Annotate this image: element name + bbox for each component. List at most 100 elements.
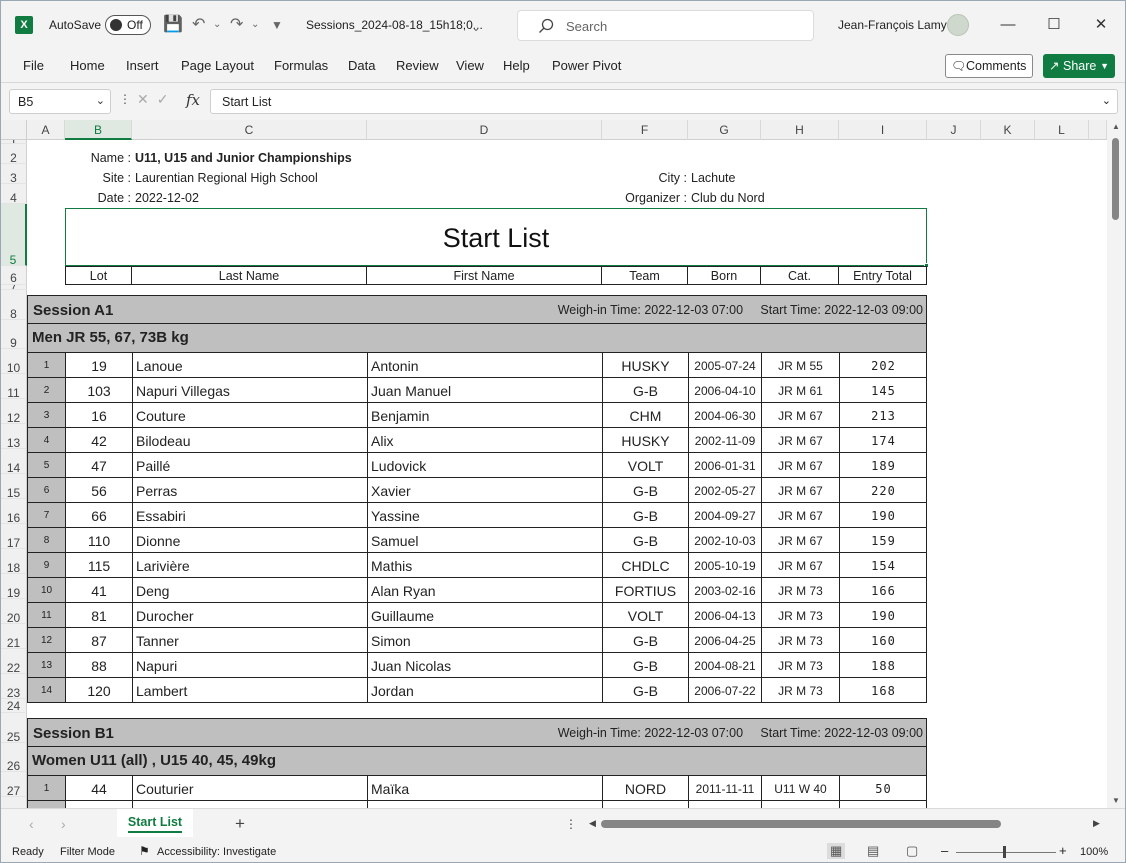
cell-last[interactable]: Larivière	[132, 553, 367, 578]
cell-team[interactable]: HUSKY	[602, 428, 688, 453]
cell-team[interactable]: NORD	[602, 776, 688, 801]
cell-born[interactable]: 2005-07-24	[688, 353, 761, 378]
row-header-9[interactable]: 9	[1, 320, 27, 349]
column-header-k[interactable]: K	[981, 120, 1035, 140]
row-header-14[interactable]: 14	[1, 449, 27, 474]
menu-review[interactable]: Review	[396, 58, 439, 73]
close-icon[interactable]: ✕	[1078, 11, 1124, 39]
cell-team[interactable]: G-B	[602, 503, 688, 528]
cell-born[interactable]: 2011-11-11	[688, 776, 761, 801]
cell-last[interactable]: Paillé	[132, 453, 367, 478]
cell-first[interactable]: Mathis	[367, 553, 602, 578]
cell-lot[interactable]: 120	[65, 678, 132, 703]
row-header-4[interactable]: 4	[1, 184, 27, 204]
cell-last[interactable]: Millin	[132, 801, 367, 808]
share-chevron-icon[interactable]: ▼	[1100, 54, 1109, 78]
cell-cat[interactable]: JR M 67	[761, 553, 839, 578]
cell-born[interactable]: 2004-06-30	[688, 403, 761, 428]
cell-cat[interactable]: JR M 73	[761, 578, 839, 603]
cell-total[interactable]: 202	[839, 353, 927, 378]
cell-total[interactable]: 159	[839, 528, 927, 553]
page-layout-view-icon[interactable]: ▤	[867, 843, 879, 859]
cell-first[interactable]: Jordan	[367, 678, 602, 703]
cell-total[interactable]: 160	[839, 628, 927, 653]
cell-last[interactable]: Dionne	[132, 528, 367, 553]
cell-last[interactable]: Tanner	[132, 628, 367, 653]
cell-total[interactable]: 168	[839, 678, 927, 703]
cell-first[interactable]: Juan Manuel	[367, 378, 602, 403]
cell-cat[interactable]: JR M 67	[761, 428, 839, 453]
cell-lot[interactable]: 41	[65, 578, 132, 603]
file-name[interactable]: Sessions_2024-08-18_15h18;0...	[306, 18, 483, 32]
undo-dropdown-icon[interactable]: ⌄	[213, 15, 221, 35]
cell-first[interactable]: Samuel	[367, 528, 602, 553]
row-header-17[interactable]: 17	[1, 524, 27, 549]
cell-cat[interactable]: JR M 61	[761, 378, 839, 403]
cell-team[interactable]: G-B	[602, 653, 688, 678]
column-header-a[interactable]: A	[27, 120, 65, 140]
next-sheet-icon[interactable]: ›	[61, 816, 66, 832]
row-header-8[interactable]: 8	[1, 290, 27, 320]
row-header-25[interactable]: 25	[1, 713, 27, 743]
row-header-16[interactable]: 16	[1, 499, 27, 524]
insert-function-icon[interactable]: fx	[186, 91, 200, 109]
cell-born[interactable]: 2006-07-22	[688, 678, 761, 703]
cell-first[interactable]: Ludovick	[367, 453, 602, 478]
cell-team[interactable]: FORTIUS	[602, 578, 688, 603]
cell-total[interactable]: 188	[839, 653, 927, 678]
cell-total[interactable]: 62	[839, 801, 927, 808]
cell-team[interactable]: G-B	[602, 378, 688, 403]
redo-dropdown-icon[interactable]: ⌄	[251, 15, 259, 35]
row-header-21[interactable]: 21	[1, 624, 27, 649]
cell-cat[interactable]: JR M 67	[761, 453, 839, 478]
row-header-24[interactable]: 24	[1, 699, 27, 713]
share-button[interactable]: ↗ Share ▼	[1043, 54, 1115, 78]
cell-total[interactable]: 145	[839, 378, 927, 403]
row-header-20[interactable]: 20	[1, 599, 27, 624]
expand-formula-icon[interactable]: ⌄	[1102, 94, 1111, 107]
cell-cat[interactable]: JR M 73	[761, 628, 839, 653]
cell-born[interactable]: 2002-05-27	[688, 478, 761, 503]
cell-born[interactable]: 2004-08-21	[688, 653, 761, 678]
sheet-title[interactable]: Start List	[65, 208, 927, 266]
cell-total[interactable]: 154	[839, 553, 927, 578]
cell-first[interactable]: Yassine	[367, 503, 602, 528]
menu-home[interactable]: Home	[70, 58, 105, 73]
hscroll-right-icon[interactable]: ▶	[1093, 818, 1100, 829]
cell-total[interactable]: 190	[839, 603, 927, 628]
column-header-h[interactable]: H	[761, 120, 839, 140]
sheet-options-icon[interactable]: ⋮	[565, 817, 577, 831]
row-header-26[interactable]: 26	[1, 743, 27, 772]
cell-first[interactable]: Juan Nicolas	[367, 653, 602, 678]
cell-born[interactable]: 2002-11-09	[688, 428, 761, 453]
cell-cat[interactable]: JR M 67	[761, 503, 839, 528]
row-header-6[interactable]: 6	[1, 266, 27, 285]
row-header-13[interactable]: 13	[1, 424, 27, 449]
add-sheet-icon[interactable]: +	[235, 814, 245, 834]
normal-view-icon[interactable]: ▦	[827, 843, 846, 859]
prev-sheet-icon[interactable]: ‹	[29, 816, 34, 832]
cell-team[interactable]: CHDLC	[602, 553, 688, 578]
column-header-g[interactable]: G	[688, 120, 761, 140]
menu-file[interactable]: File	[23, 58, 44, 73]
cell-lot[interactable]: 47	[65, 453, 132, 478]
cell-team[interactable]: VOLT	[602, 603, 688, 628]
save-icon[interactable]: 💾	[163, 15, 183, 35]
column-header-d[interactable]: D	[367, 120, 602, 140]
cell-last[interactable]: Perras	[132, 478, 367, 503]
column-header-b[interactable]: B	[65, 120, 132, 140]
cell-cat[interactable]: JR M 73	[761, 653, 839, 678]
cell-team[interactable]: VOLT	[602, 453, 688, 478]
worksheet-grid[interactable]: ABCDFGHIJKL 1234567891011121314151617181…	[1, 120, 1125, 808]
vertical-scroll-thumb[interactable]	[1112, 138, 1119, 220]
row-header-28[interactable]: 28	[1, 797, 27, 808]
sheet-tab-start-list[interactable]: Start List	[117, 809, 193, 837]
customize-qat-icon[interactable]: ▼	[271, 15, 283, 35]
cell-born[interactable]: 2006-04-10	[688, 378, 761, 403]
cell-team[interactable]: G-B	[602, 478, 688, 503]
cell-first[interactable]: Antonin	[367, 353, 602, 378]
cell-born[interactable]: 2006-04-13	[688, 603, 761, 628]
cell-lot[interactable]: 19	[65, 353, 132, 378]
cell-first[interactable]: Alix	[367, 428, 602, 453]
cell-last[interactable]: Essabiri	[132, 503, 367, 528]
